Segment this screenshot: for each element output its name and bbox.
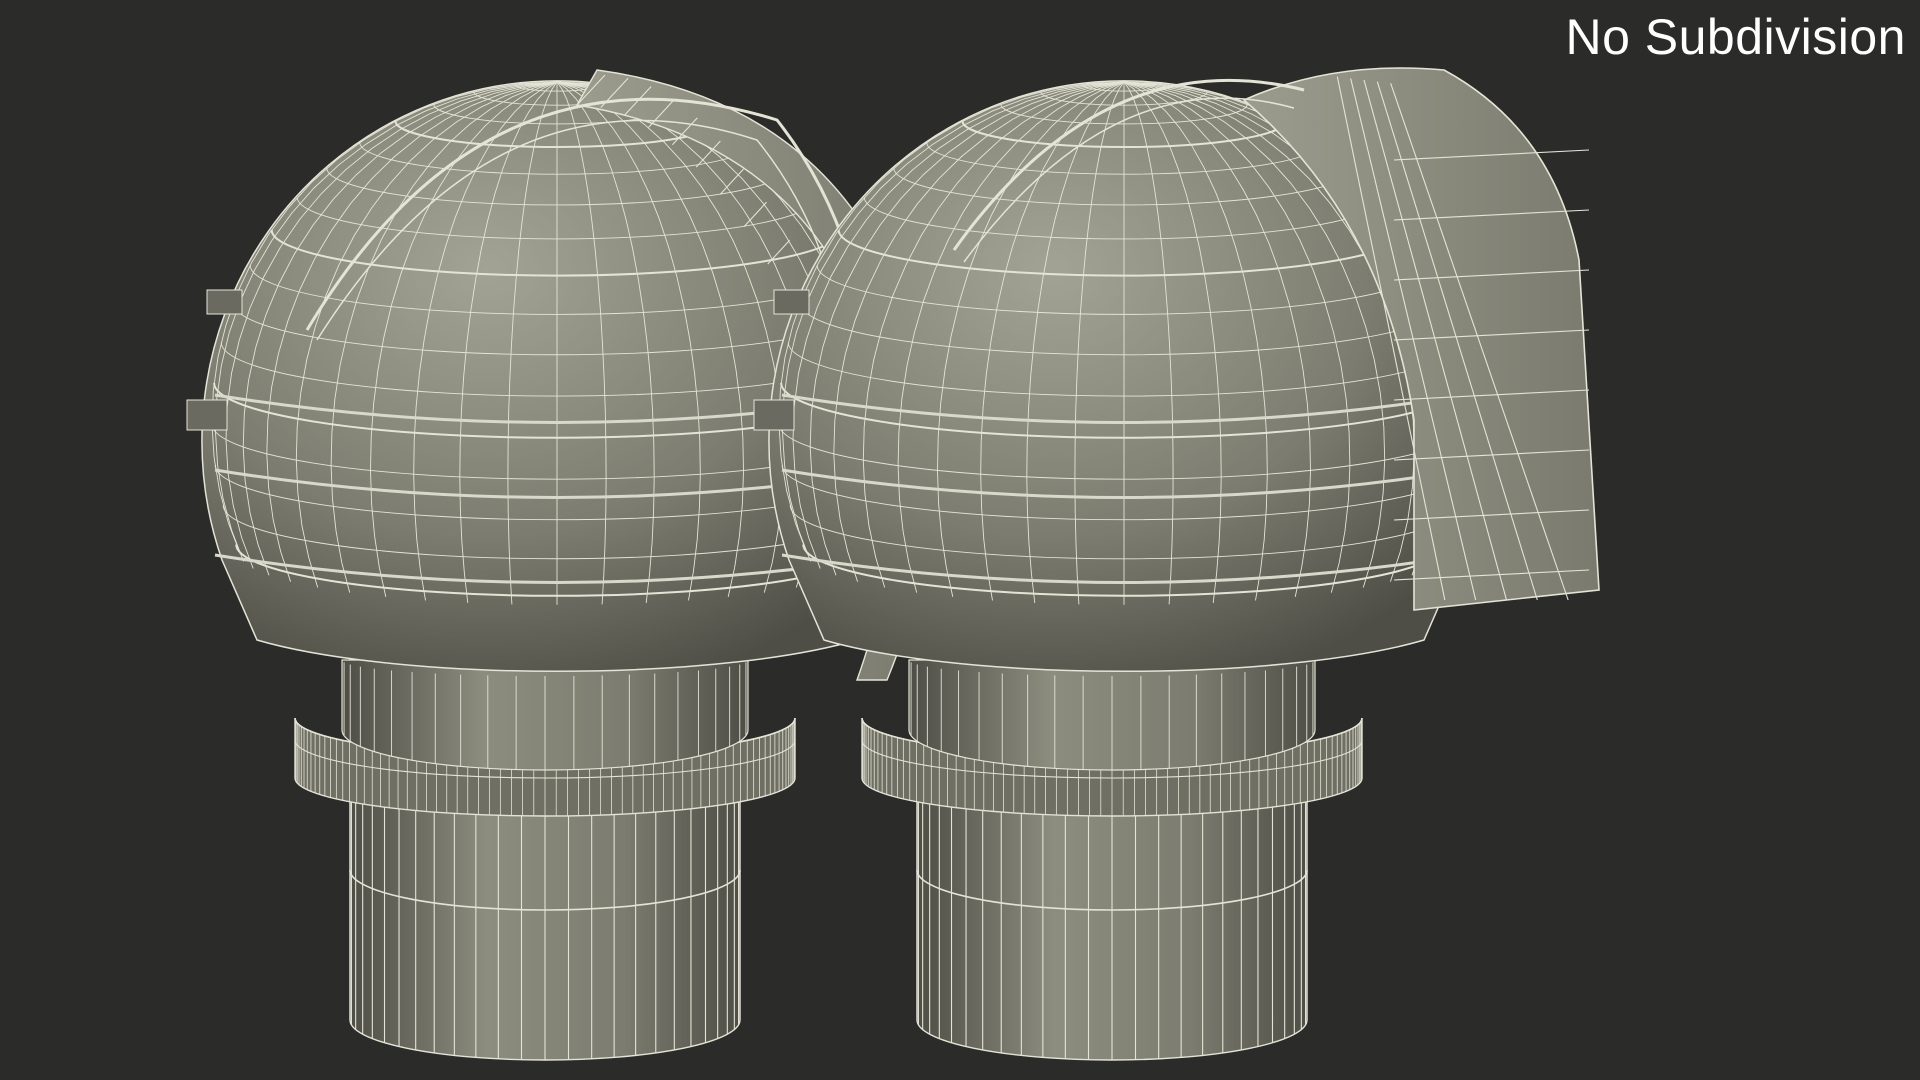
observatory-dome-slit-closed <box>753 67 1600 1061</box>
render-mode-label: No Subdivision <box>1565 9 1906 65</box>
render-viewport <box>186 67 1600 1061</box>
